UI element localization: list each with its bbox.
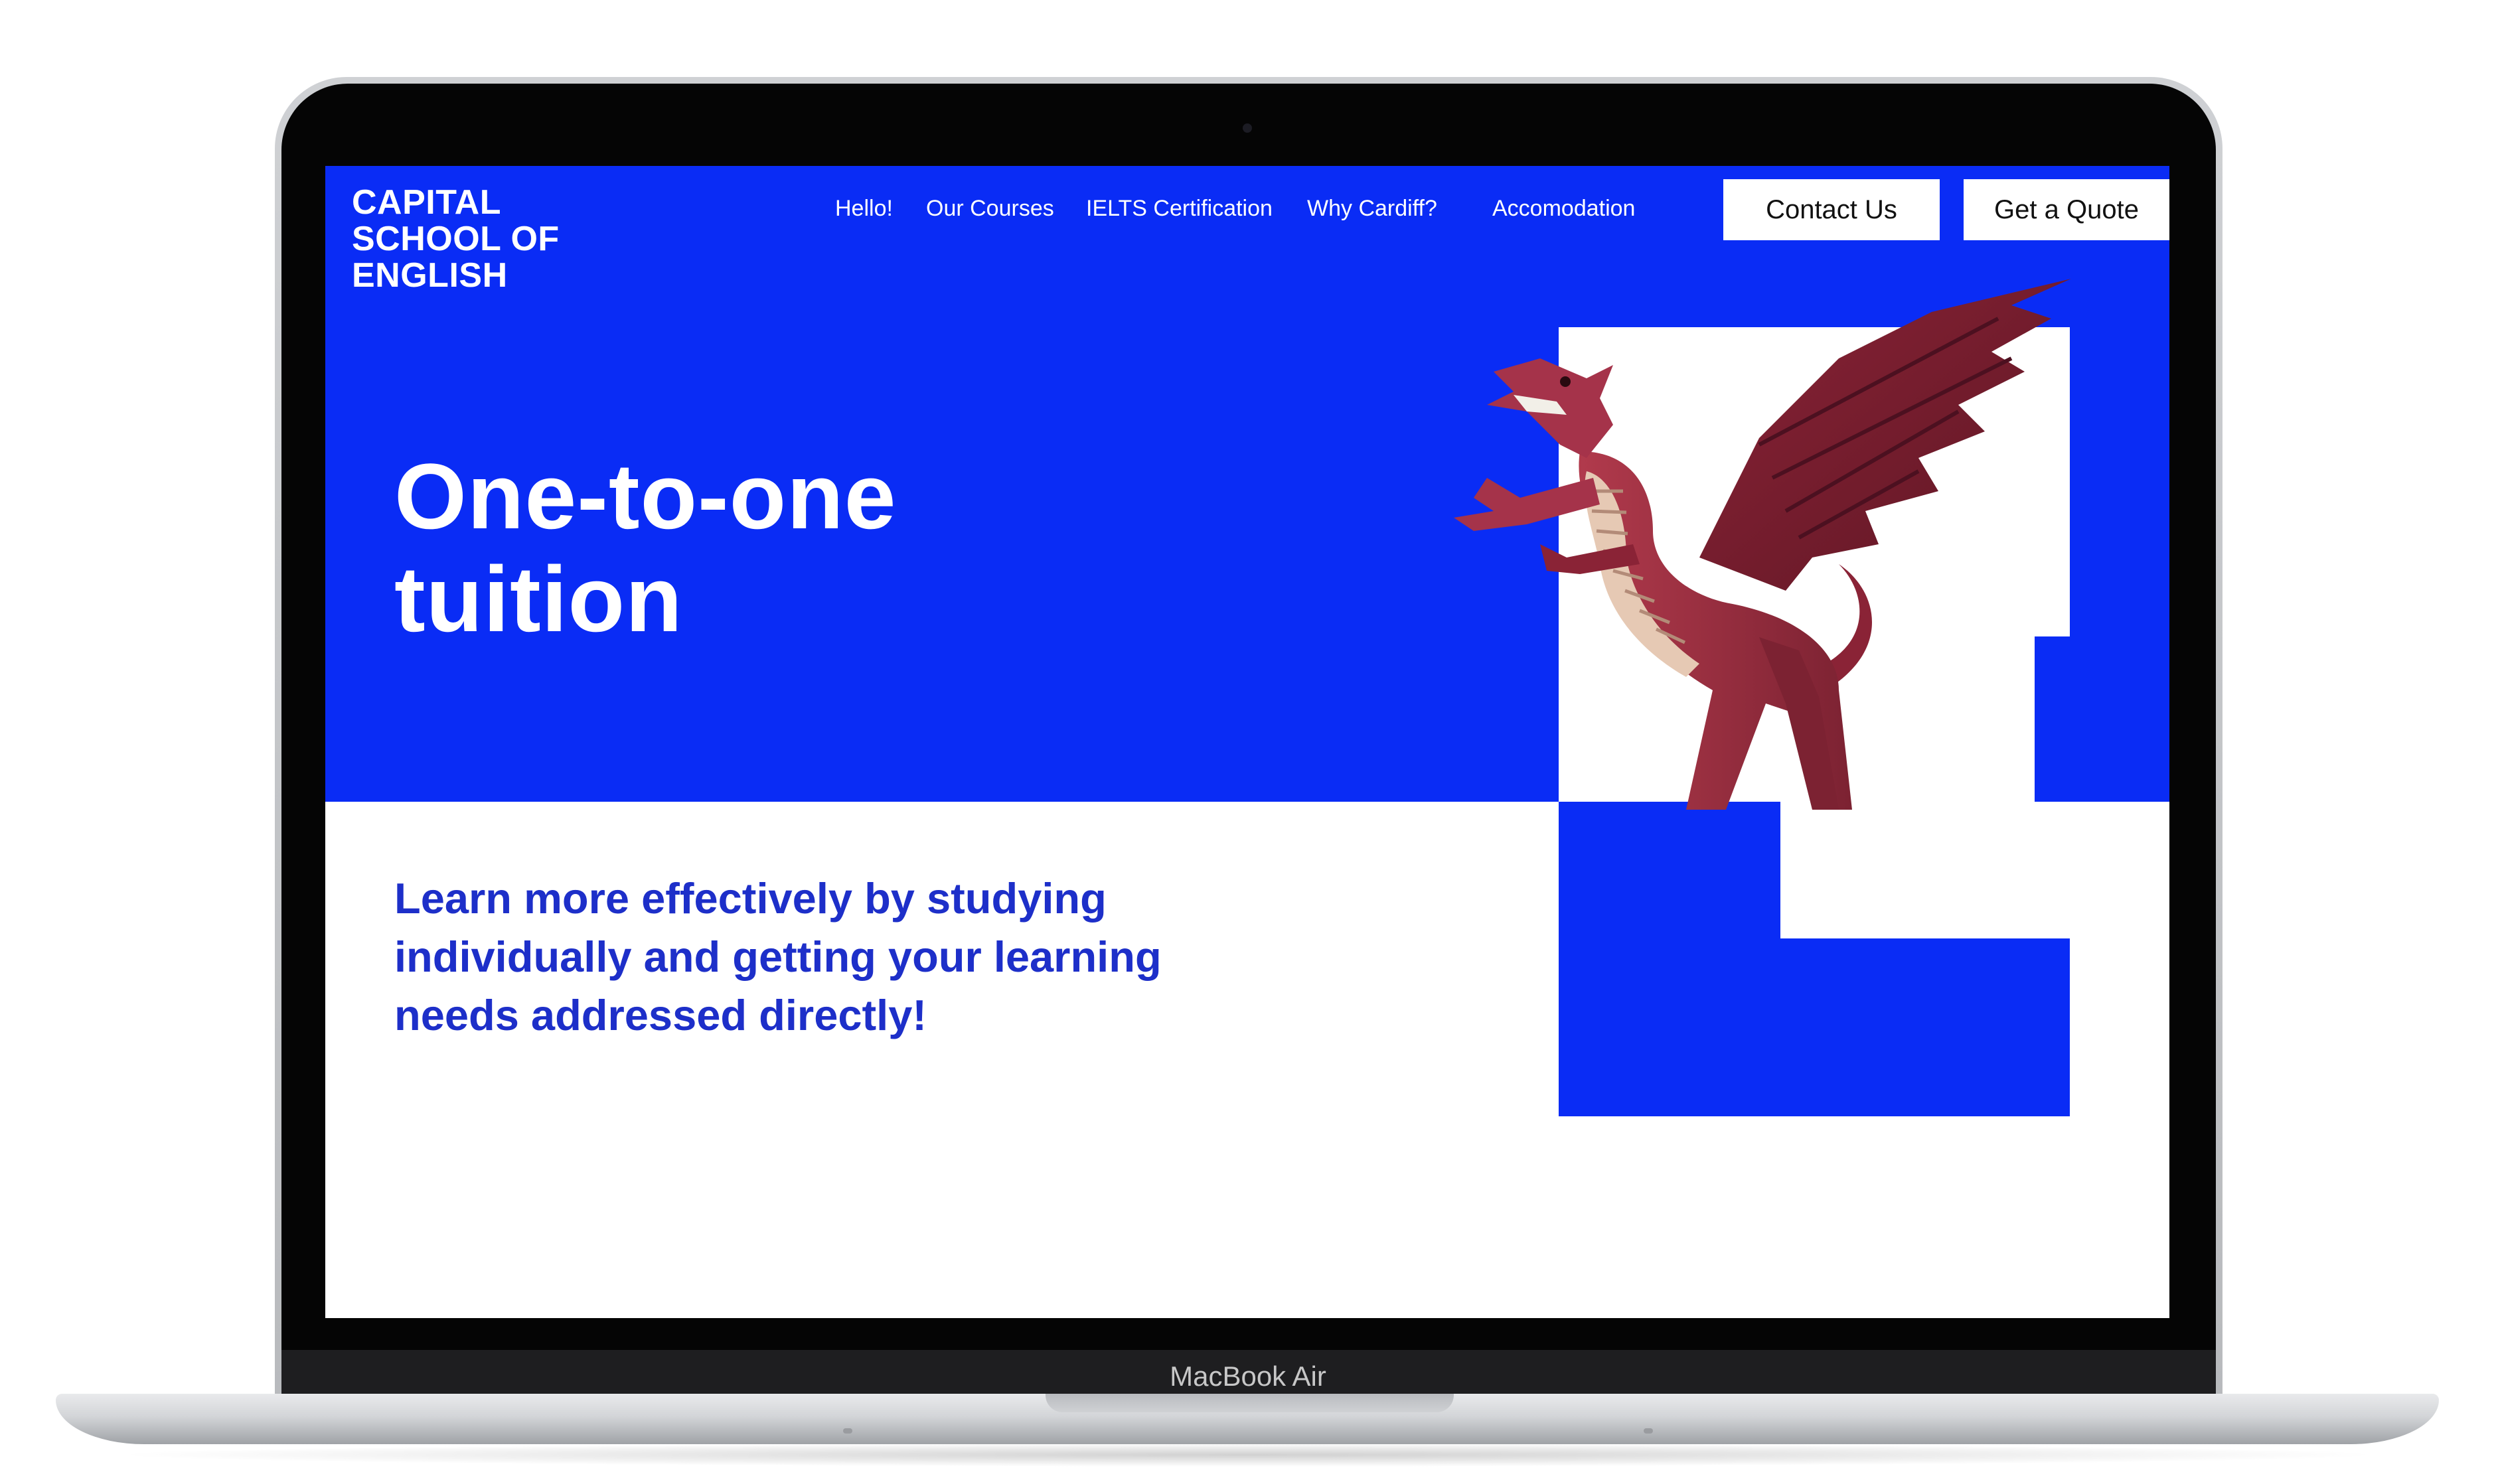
camera-icon <box>1243 123 1252 133</box>
logo-line-2: SCHOOL OF <box>352 220 560 258</box>
laptop-shadow <box>106 1443 2390 1467</box>
nav-accomodation[interactable]: Accomodation <box>1492 194 1635 223</box>
blue-block-right <box>1780 938 2070 1116</box>
hero-title: One-to-one tuition <box>394 445 897 650</box>
nav-why-cardiff[interactable]: Why Cardiff? <box>1307 194 1437 223</box>
hero-title-line-1: One-to-one <box>394 444 897 548</box>
subtitle-line-1: Learn more effectively by studying <box>394 874 1107 923</box>
laptop-foot-right <box>1644 1428 1653 1434</box>
website-screen: CAPITAL SCHOOL OF ENGLISH Hello! Our Cou… <box>325 166 2169 1318</box>
red-dragon-icon <box>1454 279 2071 810</box>
get-a-quote-button[interactable]: Get a Quote <box>1964 179 2169 240</box>
nav-our-courses[interactable]: Our Courses <box>926 194 1054 223</box>
nav-hello[interactable]: Hello! <box>835 194 893 223</box>
subtitle-line-2: individually and getting your learning <box>394 932 1162 981</box>
laptop-opening-notch <box>1046 1394 1454 1412</box>
model-label: MacBook Air <box>1170 1361 1326 1392</box>
hero-subtitle: Learn more effectively by studying indiv… <box>394 869 1162 1045</box>
blue-block-left <box>1559 802 1780 1116</box>
hero-title-line-2: tuition <box>394 547 683 651</box>
site-logo[interactable]: CAPITAL SCHOOL OF ENGLISH <box>352 185 560 294</box>
contact-us-button[interactable]: Contact Us <box>1723 179 1940 240</box>
logo-line-1: CAPITAL <box>352 183 501 222</box>
logo-line-3: ENGLISH <box>352 256 508 295</box>
nav-ielts-certification[interactable]: IELTS Certification <box>1086 194 1273 223</box>
laptop-foot-left <box>843 1428 852 1434</box>
subtitle-line-3: needs addressed directly! <box>394 991 927 1039</box>
